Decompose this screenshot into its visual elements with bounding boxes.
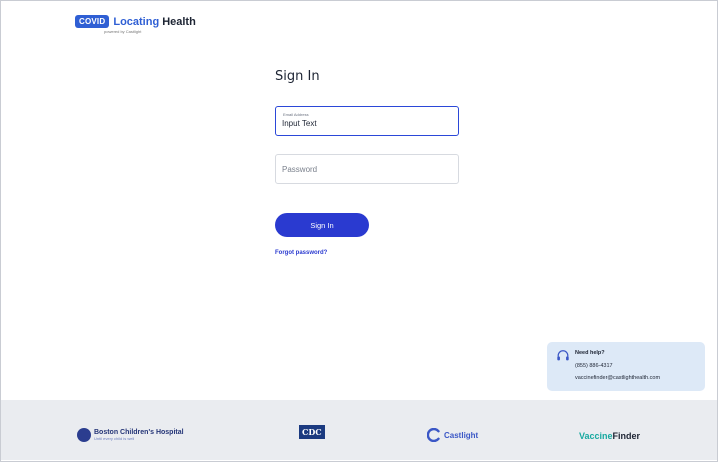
- covid-badge: COVID: [75, 15, 110, 28]
- logo-health-text: Health: [162, 15, 196, 28]
- partner-footer: Boston Children's Hospital Until every c…: [1, 400, 717, 460]
- powered-by-text: powered by Castlight: [104, 29, 142, 34]
- help-title: Need help?: [575, 350, 605, 356]
- logo-locating-text: Locating: [113, 15, 160, 28]
- email-input[interactable]: [282, 119, 450, 128]
- email-field-label: Email Address: [283, 112, 309, 117]
- covid-locating-health-logo[interactable]: COVID Locating Health: [75, 15, 196, 28]
- vaccinefinder-text-vaccine: Vaccine: [579, 431, 613, 441]
- bch-name: Boston Children's Hospital: [94, 429, 184, 436]
- help-phone[interactable]: (855) 886-4317: [575, 363, 613, 369]
- password-field[interactable]: [275, 154, 459, 184]
- boston-childrens-logo[interactable]: Boston Children's Hospital Until every c…: [77, 428, 184, 442]
- sign-in-button[interactable]: Sign In: [275, 213, 369, 237]
- castlight-name: Castlight: [444, 430, 479, 440]
- castlight-logo[interactable]: Castlight: [427, 428, 478, 442]
- vaccinefinder-logo[interactable]: Vaccine Finder: [579, 431, 640, 441]
- bch-tagline: Until every child is well: [94, 436, 135, 441]
- password-input[interactable]: [282, 165, 450, 174]
- headset-icon: [557, 350, 569, 361]
- cdc-logo[interactable]: CDC: [299, 425, 325, 439]
- castlight-c-icon: [427, 428, 440, 442]
- forgot-password-link[interactable]: Forgot password?: [275, 250, 327, 256]
- cdc-text: CDC: [299, 425, 325, 439]
- vaccinefinder-text-finder: Finder: [612, 431, 641, 441]
- email-field[interactable]: Email Address: [275, 106, 459, 136]
- bch-emblem-icon: [77, 428, 91, 442]
- help-email[interactable]: vaccinefinder@castlighthealth.com: [575, 375, 660, 381]
- page-title: Sign In: [275, 69, 320, 84]
- help-card: Need help? (855) 886-4317 vaccinefinder@…: [547, 342, 705, 391]
